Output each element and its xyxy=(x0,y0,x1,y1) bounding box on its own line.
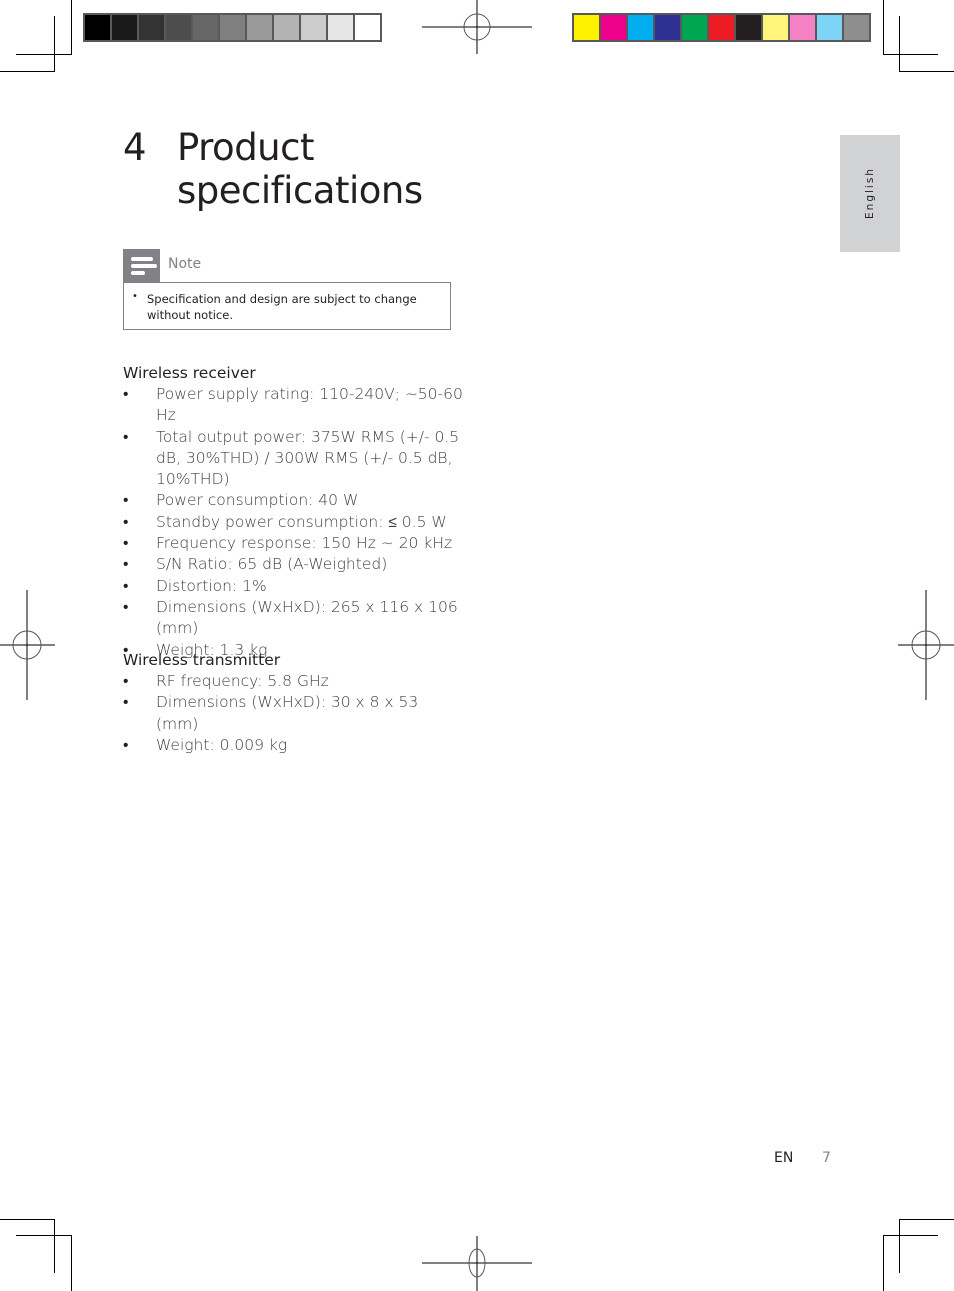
crop-mark xyxy=(899,16,900,71)
crop-mark xyxy=(16,54,72,55)
color-swatch xyxy=(220,15,245,40)
spec-item: • Standby power consumption: ≤ 0.5 W xyxy=(123,512,463,533)
spec-item-text: S/N Ratio: 65 dB (A-Weighted) xyxy=(156,555,388,574)
crop-mark xyxy=(899,1219,900,1273)
note-text: Specification and design are subject to … xyxy=(147,292,417,322)
note-box: • Specification and design are subject t… xyxy=(123,282,451,330)
color-calibration-bar xyxy=(572,13,871,42)
color-swatch xyxy=(709,15,734,40)
crop-mark xyxy=(0,1219,55,1220)
color-swatch xyxy=(844,15,869,40)
crop-mark xyxy=(54,16,55,71)
page-number: 7 xyxy=(822,1150,831,1166)
color-swatch xyxy=(247,15,272,40)
bullet: • xyxy=(123,672,129,690)
crop-mark xyxy=(0,71,55,72)
bullet: • xyxy=(123,597,129,616)
spec-list-wireless-receiver: • Power supply rating: 110-240V; ~50-60 H… xyxy=(123,384,463,661)
crop-mark xyxy=(883,54,938,55)
chapter-title: Product specifications xyxy=(177,126,423,212)
color-swatch xyxy=(763,15,788,40)
spec-item-text: Dimensions (WxHxD): 265 x 116 x 106 (mm) xyxy=(156,597,458,638)
bullet: • xyxy=(123,491,129,510)
bullet: • xyxy=(123,576,129,595)
crop-mark xyxy=(883,0,884,54)
registration-mark-top xyxy=(422,0,532,54)
color-swatch xyxy=(328,15,353,40)
bullet: • xyxy=(123,555,129,574)
color-swatch xyxy=(817,15,842,40)
color-swatch xyxy=(274,15,299,40)
color-swatch xyxy=(193,15,218,40)
bullet: • xyxy=(132,291,138,302)
spec-item: • Frequency response: 150 Hz ~ 20 kHz xyxy=(123,533,463,554)
note-label: Note xyxy=(168,256,202,272)
spec-item-text: Standby power consumption: ≤ 0.5 W xyxy=(156,512,447,531)
bullet: • xyxy=(123,693,129,712)
spec-item: • Power consumption: 40 W xyxy=(123,490,463,511)
spec-item: • S/N Ratio: 65 dB (A-Weighted) xyxy=(123,554,463,575)
crop-mark xyxy=(16,1235,72,1236)
crop-mark xyxy=(899,1219,954,1220)
bullet: • xyxy=(123,735,129,754)
crop-mark xyxy=(883,1235,884,1291)
spec-item-text: Weight: 0.009 kg xyxy=(156,735,288,754)
language-tab-label: English xyxy=(864,167,876,219)
crop-mark xyxy=(71,0,72,54)
color-swatch xyxy=(682,15,707,40)
registration-mark-bottom xyxy=(422,1236,532,1291)
bullet: • xyxy=(123,512,129,531)
crop-mark xyxy=(883,1235,938,1236)
color-swatch xyxy=(601,15,626,40)
color-swatch xyxy=(166,15,191,40)
bullet: • xyxy=(123,385,129,403)
spec-item-text: Distortion: 1% xyxy=(156,576,267,595)
bullet: • xyxy=(123,534,129,553)
spec-item: • Distortion: 1% xyxy=(123,576,463,597)
language-tab: English xyxy=(840,135,900,252)
crop-mark xyxy=(899,71,954,72)
spec-item: • Weight: 0.009 kg xyxy=(123,735,463,756)
spec-list-wireless-transmitter: • RF frequency: 5.8 GHz • Dimensions (WxHxD… xyxy=(123,671,463,756)
color-swatch xyxy=(85,15,110,40)
color-swatch xyxy=(574,15,599,40)
color-swatch xyxy=(355,15,380,40)
color-swatch xyxy=(790,15,815,40)
crop-mark xyxy=(54,1219,55,1273)
color-swatch xyxy=(301,15,326,40)
spec-item: • Dimensions (WxHxD): 265 x 116 x 106 (mm… xyxy=(123,597,463,640)
section-heading-wireless-receiver: Wireless receiver xyxy=(123,364,256,382)
spec-item-text: RF frequency: 5.8 GHz xyxy=(156,672,329,690)
spec-item-text: Dimensions (WxHxD): 30 x 8 x 53 (mm) xyxy=(156,693,419,733)
registration-mark-left xyxy=(0,590,55,700)
crop-mark xyxy=(71,1235,72,1291)
color-swatch xyxy=(628,15,653,40)
color-swatch xyxy=(655,15,680,40)
color-swatch xyxy=(139,15,164,40)
note-lines-icon xyxy=(123,249,160,283)
section-heading-wireless-transmitter: Wireless transmitter xyxy=(123,651,281,669)
registration-mark-right xyxy=(898,590,954,700)
spec-item-text: Power consumption: 40 W xyxy=(156,491,359,510)
color-swatch xyxy=(736,15,761,40)
footer-language: EN xyxy=(774,1150,794,1166)
spec-item: • Total output power: 375W RMS (+/- 0.5 d… xyxy=(123,427,463,491)
spec-item: • Dimensions (WxHxD): 30 x 8 x 53 (mm) xyxy=(123,692,463,735)
color-swatch xyxy=(112,15,137,40)
bullet: • xyxy=(123,427,129,446)
spec-item: • Power supply rating: 110-240V; ~50-60 H… xyxy=(123,384,463,427)
spec-item: • RF frequency: 5.8 GHz xyxy=(123,671,463,692)
spec-item-text: Frequency response: 150 Hz ~ 20 kHz xyxy=(156,534,453,553)
spec-item-text: Power supply rating: 110-240V; ~50-60 Hz xyxy=(156,385,463,425)
chapter-number: 4 xyxy=(123,126,147,169)
spec-item-text: Total output power: 375W RMS (+/- 0.5 dB… xyxy=(156,427,460,489)
grayscale-calibration-bar xyxy=(83,13,382,42)
